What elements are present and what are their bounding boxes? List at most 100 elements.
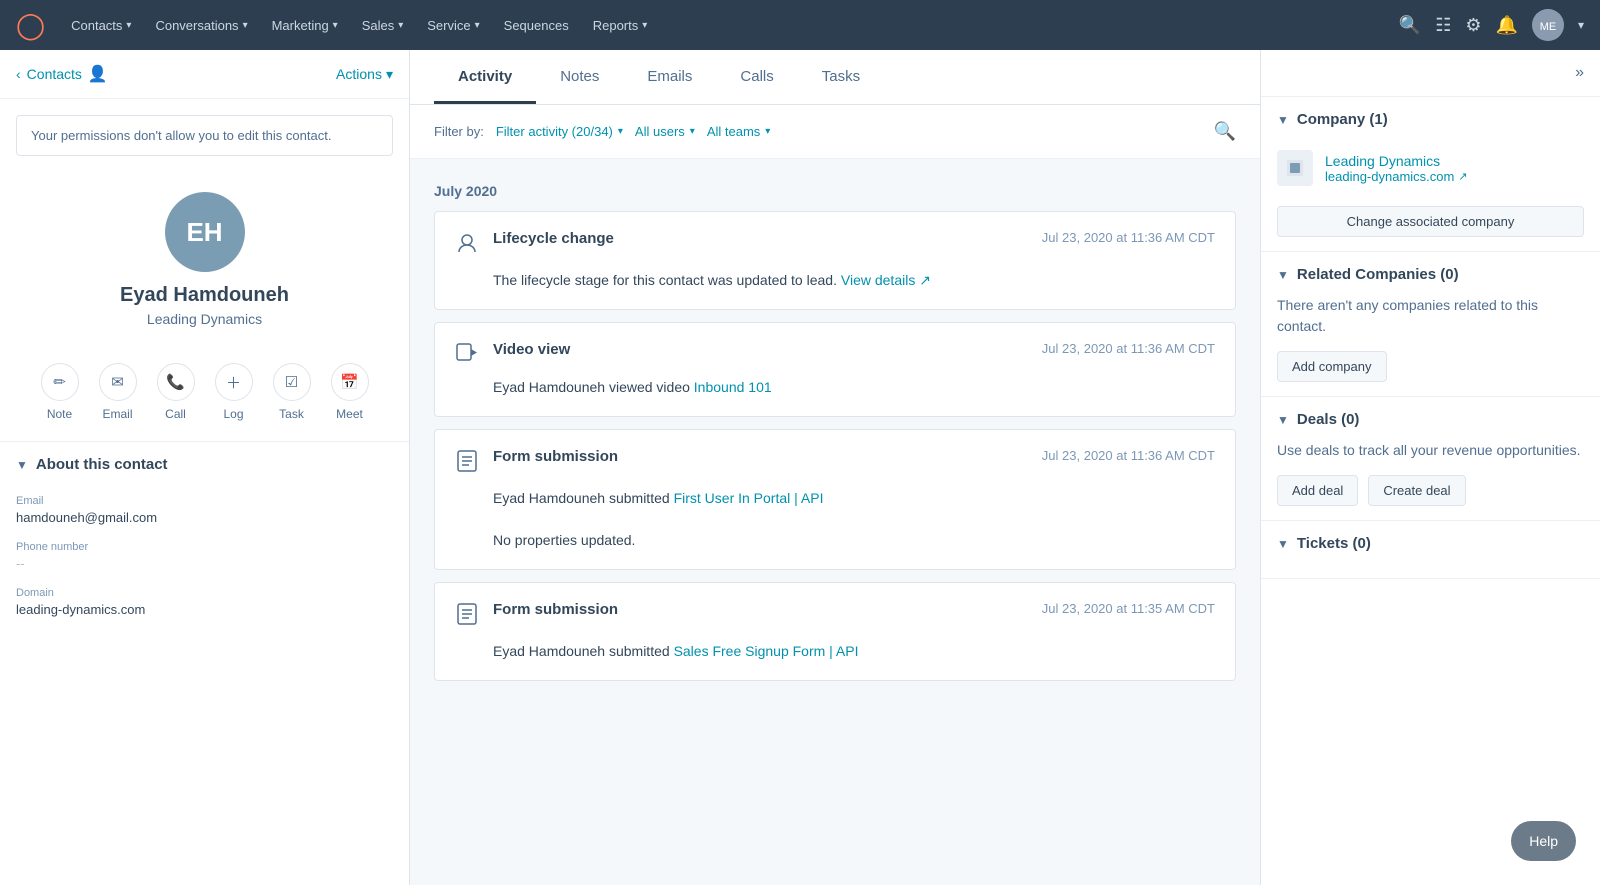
lifecycle-change-icon <box>455 232 479 260</box>
activity-timeline: July 2020 Lifecycle change Jul 23, 2020 … <box>410 159 1260 709</box>
external-link-icon: ↗ <box>1458 170 1467 183</box>
video-link[interactable]: Inbound 101 <box>694 379 772 395</box>
tab-tasks[interactable]: Tasks <box>798 50 884 104</box>
filter-bar: Filter by: Filter activity (20/34) ▾ All… <box>410 105 1260 159</box>
settings-icon[interactable]: ⚙ <box>1465 15 1481 36</box>
actions-dropdown[interactable]: Actions ▾ <box>336 66 393 83</box>
grid-icon[interactable]: ☷ <box>1435 15 1451 36</box>
company-section-header[interactable]: ▼ Company (1) <box>1277 111 1584 128</box>
company-info: Leading Dynamics leading-dynamics.com ↗ <box>1325 153 1468 184</box>
actions-chevron-icon: ▾ <box>386 66 393 83</box>
permissions-notice: Your permissions don't allow you to edit… <box>16 115 393 156</box>
tickets-section-header[interactable]: ▼ Tickets (0) <box>1277 535 1584 552</box>
hubspot-logo[interactable]: ◯ <box>16 12 45 38</box>
main-content: Activity Notes Emails Calls Tasks Filter… <box>410 50 1260 885</box>
activity-header: Activity Notes Emails Calls Tasks <box>410 50 1260 105</box>
form-submission-2-body: Eyad Hamdouneh submitted Sales Free Sign… <box>455 641 1215 662</box>
sales-chevron-icon: ▾ <box>398 20 403 31</box>
deals-empty-text: Use deals to track all your revenue oppo… <box>1277 440 1584 461</box>
meet-button[interactable]: 📅 Meet <box>331 363 369 421</box>
activity-filter-chevron-icon: ▾ <box>618 126 623 137</box>
nav-contacts[interactable]: Contacts ▾ <box>61 12 141 39</box>
change-associated-company-button[interactable]: Change associated company <box>1277 206 1584 237</box>
note-button[interactable]: ✏ Note <box>41 363 79 421</box>
service-chevron-icon: ▾ <box>475 20 480 31</box>
related-companies-collapse-icon: ▼ <box>1277 268 1289 282</box>
activity-form-submission-1: Form submission Jul 23, 2020 at 11:36 AM… <box>434 429 1236 570</box>
related-companies-header[interactable]: ▼ Related Companies (0) <box>1277 266 1584 283</box>
form-submission-2-link[interactable]: Sales Free Signup Form | API <box>674 643 859 659</box>
help-button[interactable]: Help <box>1511 821 1576 861</box>
nav-conversations[interactable]: Conversations ▾ <box>145 12 257 39</box>
tickets-collapse-icon: ▼ <box>1277 537 1289 551</box>
activity-video-view: Video view Jul 23, 2020 at 11:36 AM CDT … <box>434 322 1236 417</box>
related-companies-section: ▼ Related Companies (0) There aren't any… <box>1261 252 1600 397</box>
about-collapse-icon: ▼ <box>16 458 28 472</box>
form-submission-icon-2 <box>455 603 479 631</box>
company-domain[interactable]: leading-dynamics.com ↗ <box>1325 169 1468 184</box>
contacts-breadcrumb[interactable]: ‹ Contacts 👤 <box>16 64 108 84</box>
users-filter-button[interactable]: All users ▾ <box>635 124 695 139</box>
email-button[interactable]: ✉ Email <box>99 363 137 421</box>
activity-search-icon[interactable]: 🔍 <box>1214 121 1236 142</box>
notifications-icon[interactable]: 🔔 <box>1496 15 1518 36</box>
account-chevron-icon[interactable]: ▾ <box>1578 18 1584 32</box>
tab-notes[interactable]: Notes <box>536 50 623 104</box>
about-section-header[interactable]: ▼ About this contact <box>0 441 409 487</box>
log-icon: ＋ <box>215 363 253 401</box>
activity-lifecycle-change: Lifecycle change Jul 23, 2020 at 11:36 A… <box>434 211 1236 310</box>
teams-filter-button[interactable]: All teams ▾ <box>707 124 771 139</box>
create-deal-button[interactable]: Create deal <box>1368 475 1465 506</box>
nav-marketing[interactable]: Marketing ▾ <box>262 12 348 39</box>
add-deal-button[interactable]: Add deal <box>1277 475 1358 506</box>
svg-text:ME: ME <box>1540 21 1557 33</box>
nav-sales[interactable]: Sales ▾ <box>352 12 414 39</box>
nav-service[interactable]: Service ▾ <box>417 12 489 39</box>
company-name[interactable]: Leading Dynamics <box>1325 153 1468 169</box>
lifecycle-view-details-link[interactable]: View details ↗ <box>841 272 931 288</box>
timeline-month: July 2020 <box>434 183 1236 199</box>
domain-field-group: Domain leading-dynamics.com <box>0 579 409 625</box>
right-sidebar: » ▼ Company (1) Leading Dynamics leading… <box>1260 50 1600 885</box>
form-submission-1-link[interactable]: First User In Portal | API <box>674 490 824 506</box>
marketing-chevron-icon: ▾ <box>333 20 338 31</box>
user-icon: 👤 <box>88 64 108 84</box>
nav-sequences[interactable]: Sequences <box>494 12 579 39</box>
deals-section: ▼ Deals (0) Use deals to track all your … <box>1261 397 1600 521</box>
deals-collapse-icon: ▼ <box>1277 413 1289 427</box>
note-icon: ✏ <box>41 363 79 401</box>
top-navigation: ◯ Contacts ▾ Conversations ▾ Marketing ▾… <box>0 0 1600 50</box>
video-view-icon <box>455 343 479 367</box>
task-button[interactable]: ☑ Task <box>273 363 311 421</box>
nav-reports[interactable]: Reports ▾ <box>583 12 658 39</box>
tab-calls[interactable]: Calls <box>716 50 797 104</box>
activity-filter-button[interactable]: Filter activity (20/34) ▾ <box>496 124 623 139</box>
form-submission-1-body: Eyad Hamdouneh submitted First User In P… <box>455 488 1215 551</box>
meet-icon: 📅 <box>331 363 369 401</box>
sidebar-header: ‹ Contacts 👤 Actions ▾ <box>0 50 409 99</box>
company-section: ▼ Company (1) Leading Dynamics leading-d… <box>1261 97 1600 252</box>
user-avatar[interactable]: ME <box>1532 9 1564 41</box>
add-company-button[interactable]: Add company <box>1277 351 1387 382</box>
phone-field-group: Phone number -- <box>0 533 409 579</box>
company-logo-icon <box>1277 150 1313 186</box>
tab-emails[interactable]: Emails <box>623 50 716 104</box>
deals-action-buttons: Add deal Create deal <box>1277 475 1584 506</box>
company-section-collapse-icon: ▼ <box>1277 113 1289 127</box>
call-button[interactable]: 📞 Call <box>157 363 195 421</box>
sidebar-collapse-bar: » <box>1261 50 1600 97</box>
log-button[interactable]: ＋ Log <box>215 363 253 421</box>
deals-section-header[interactable]: ▼ Deals (0) <box>1277 411 1584 428</box>
reports-chevron-icon: ▾ <box>642 20 647 31</box>
teams-filter-chevron-icon: ▾ <box>765 126 770 137</box>
collapse-arrows-icon[interactable]: » <box>1575 64 1584 82</box>
lifecycle-change-body: The lifecycle stage for this contact was… <box>455 270 1215 291</box>
phone-icon: 📞 <box>157 363 195 401</box>
tab-activity[interactable]: Activity <box>434 50 536 104</box>
search-icon[interactable]: 🔍 <box>1399 15 1421 36</box>
form-submission-icon-1 <box>455 450 479 478</box>
conversations-chevron-icon: ▾ <box>243 20 248 31</box>
video-view-body: Eyad Hamdouneh viewed video Inbound 101 <box>455 377 1215 398</box>
contact-profile: EH Eyad Hamdouneh Leading Dynamics <box>0 172 409 353</box>
contact-company: Leading Dynamics <box>147 311 262 327</box>
